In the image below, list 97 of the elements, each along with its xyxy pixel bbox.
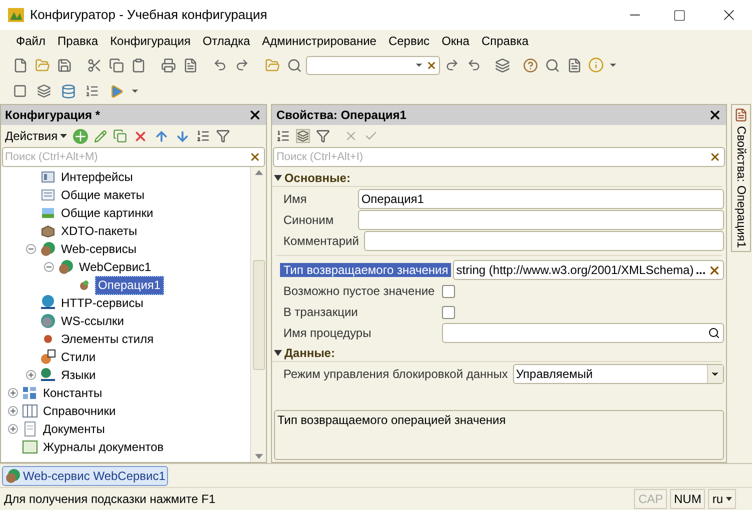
dropdown[interactable]: Управляемый: [512, 364, 724, 384]
collapse-toggle-icon[interactable]: [44, 262, 54, 272]
tree-item[interactable]: Элементы стиля: [59, 330, 156, 348]
menu-item[interactable]: Конфигурация: [108, 32, 193, 50]
constant-icon: [22, 386, 38, 400]
tree-item[interactable]: Справочники: [41, 402, 118, 420]
expand-toggle-icon[interactable]: [8, 388, 18, 398]
text-field[interactable]: [364, 231, 724, 251]
type-field[interactable]: string (http://www.w3.org/2001/XMLSchema) ...: [453, 260, 724, 280]
caret-icon: [726, 497, 732, 501]
tree-item[interactable]: WebСервис1: [77, 258, 154, 276]
picture-icon: [41, 206, 55, 220]
menu-item[interactable]: Сервис: [386, 32, 432, 50]
tree-item[interactable]: Общие картинки: [59, 204, 156, 222]
add-icon[interactable]: [72, 128, 88, 144]
tree-item[interactable]: HTTP-сервисы: [59, 294, 146, 312]
property-label: В транзакции: [282, 305, 359, 319]
clear-icon[interactable]: [708, 151, 721, 163]
menu-item[interactable]: Окна: [440, 32, 472, 50]
search-field[interactable]: Поиск (Ctrl+Alt+M): [2, 147, 266, 167]
section-title: Данные:: [284, 344, 335, 362]
menu-item[interactable]: Администрирование: [260, 32, 378, 50]
search-field[interactable]: Поиск (Ctrl+Alt+I): [273, 147, 725, 167]
panel-title: Свойства: Операция1: [276, 107, 408, 124]
categories-icon[interactable]: [296, 129, 310, 143]
tree-item[interactable]: Журналы документов: [41, 438, 166, 456]
language-selector[interactable]: ru: [708, 489, 736, 509]
layout-icon: [41, 188, 55, 202]
more-button[interactable]: ...: [694, 264, 708, 276]
copy-icon[interactable]: [112, 129, 127, 143]
status-indicator: NUM: [670, 489, 706, 509]
property-label: Тип возвращаемого значения: [280, 263, 452, 277]
app-logo-icon: [8, 8, 24, 22]
dot-icon: [43, 334, 53, 344]
property-label: Имя: [282, 192, 308, 206]
checkbox[interactable]: [442, 306, 456, 318]
property-label: Имя процедуры: [282, 326, 372, 340]
tree-item[interactable]: Документы: [41, 420, 107, 438]
tree-item[interactable]: Интерфейсы: [59, 168, 135, 186]
menu-item[interactable]: Правка: [56, 32, 100, 50]
collapse-arrow-icon[interactable]: [274, 350, 284, 356]
filter-icon[interactable]: [216, 129, 230, 143]
caret-icon[interactable]: [60, 134, 67, 138]
property-label: Синоним: [282, 213, 335, 227]
tree-item[interactable]: Языки: [59, 366, 98, 384]
menu-item[interactable]: Справка: [479, 32, 531, 50]
text-field[interactable]: Операция1: [358, 189, 724, 209]
property-label: Режим управления блокировкой данных: [282, 367, 509, 381]
pencil-icon[interactable]: [94, 130, 107, 142]
status-indicator: CAP: [634, 489, 667, 509]
status-hint: Для получения подсказки нажмите F1: [4, 491, 216, 508]
tree-item[interactable]: XDTO-пакеты: [59, 222, 140, 240]
scroll-down-icon[interactable]: [254, 454, 263, 459]
close-icon[interactable]: [248, 108, 262, 122]
expand-toggle-icon[interactable]: [8, 406, 18, 416]
arrow-down-icon[interactable]: [174, 128, 190, 144]
window-title: Конфигуратор - Учебная конфигурация: [30, 6, 268, 24]
property-label: Возможно пустое значение: [282, 284, 436, 298]
clear-icon[interactable]: [249, 151, 262, 163]
description-box: Тип возвращаемого операцией значения: [274, 410, 724, 460]
document-icon: [23, 421, 37, 437]
collapse-toggle-icon[interactable]: [26, 244, 36, 254]
tree-item[interactable]: Стили: [59, 348, 98, 366]
sort-icon[interactable]: [276, 129, 290, 143]
expand-toggle-icon[interactable]: [26, 370, 36, 380]
tree-item[interactable]: Операция1: [95, 276, 164, 294]
close-icon[interactable]: [708, 108, 722, 122]
table-icon: [22, 404, 38, 418]
collapse-arrow-icon[interactable]: [274, 174, 284, 180]
expand-toggle-icon[interactable]: [8, 424, 18, 434]
clear-icon[interactable]: [426, 60, 437, 70]
side-tab[interactable]: Свойства: Операция1: [731, 104, 752, 252]
search-icon[interactable]: [708, 327, 720, 339]
menu-item[interactable]: Отладка: [200, 32, 252, 50]
ball-icon: [78, 279, 90, 291]
filter-icon[interactable]: [316, 129, 330, 143]
property-label: Комментарий: [282, 234, 360, 248]
checkbox[interactable]: [442, 284, 456, 298]
window-tab[interactable]: Web-сервис WebСервис1: [2, 466, 168, 486]
tree-item[interactable]: Общие макеты: [59, 186, 146, 204]
properties-icon: [734, 108, 748, 122]
text-field[interactable]: [358, 210, 724, 230]
input-field[interactable]: [442, 323, 724, 343]
tree-item[interactable]: Web-сервисы: [59, 240, 139, 258]
tree-item[interactable]: Константы: [41, 384, 104, 402]
section-title: Основные:: [284, 170, 350, 186]
panel-title: Конфигурация *: [5, 107, 102, 124]
clear-icon[interactable]: [708, 264, 721, 276]
actions-menu[interactable]: Действия: [5, 127, 58, 145]
scrollbar[interactable]: [250, 167, 266, 462]
menu-item[interactable]: Файл: [14, 32, 48, 50]
scroll-up-icon[interactable]: [254, 170, 263, 175]
tree-item[interactable]: WS-ссылки: [59, 312, 126, 330]
journal-icon: [22, 440, 38, 454]
sort-icon[interactable]: [196, 129, 210, 143]
maximize-icon[interactable]: [673, 8, 686, 22]
package-icon: [40, 224, 56, 238]
